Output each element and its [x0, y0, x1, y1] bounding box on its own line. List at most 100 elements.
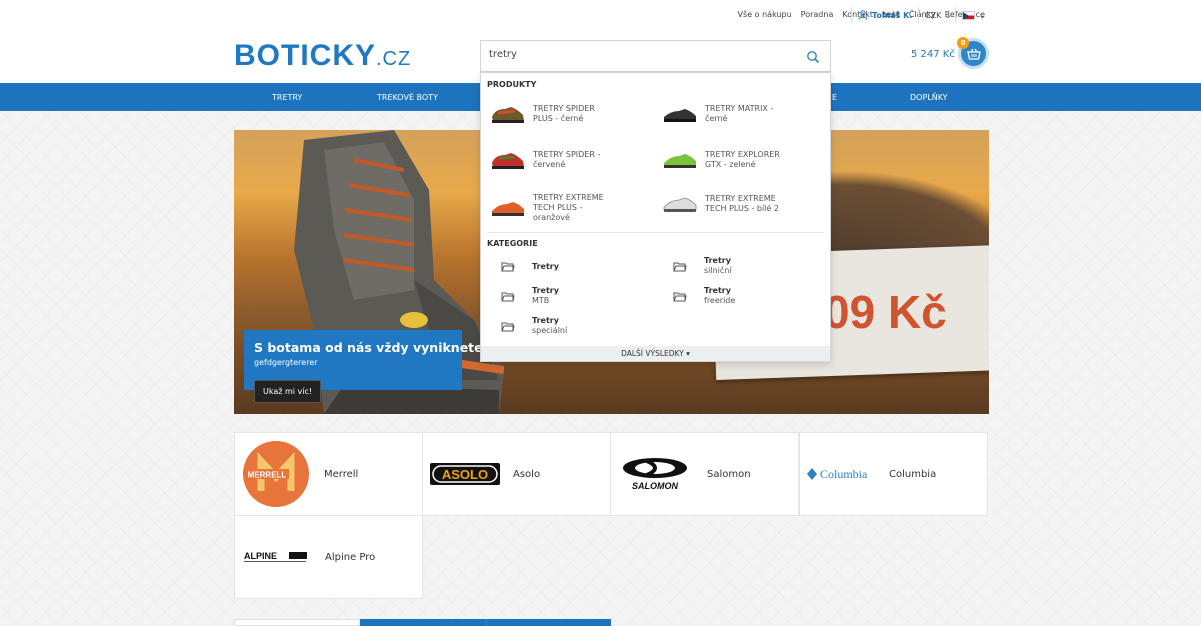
columbia-logo-text: Columbia: [820, 467, 868, 481]
brand-tile-alpine-pro[interactable]: ALPINE Alpine Pro: [234, 515, 423, 599]
basket-icon: [966, 48, 981, 60]
product-name-line: GTX - zelené: [705, 160, 756, 169]
alpine-pro-logo: ALPINE: [244, 551, 307, 562]
nav-item-tretry[interactable]: TRETRY: [272, 93, 302, 102]
brand-name: Merrell: [324, 468, 359, 480]
czech-flag-icon: [962, 10, 975, 20]
banner-price: 09 Kč: [824, 286, 947, 338]
folder-icon: [673, 262, 687, 271]
asolo-logo: ASOLO: [430, 463, 500, 485]
product-name-line: TECH PLUS - bílé 2: [705, 204, 779, 213]
show-more-button[interactable]: Ukaž mi víc!: [254, 380, 322, 403]
product-suggestion[interactable]: TRETRY MATRIX - černé: [661, 103, 831, 125]
category-name: Tretry: [532, 261, 559, 271]
category-name: Tretry: [704, 286, 731, 295]
brand-tile-merrell[interactable]: MERRELL Merrell: [234, 432, 423, 516]
logo-main: BOTICKY: [234, 39, 376, 72]
product-name-line: TRETRY EXTREME: [705, 194, 776, 203]
product-suggestion[interactable]: TRETRY EXTREME TECH PLUS - bílé 2: [661, 193, 831, 215]
salomon-logo: SALOMON: [623, 458, 687, 491]
brand-name: Asolo: [513, 468, 541, 480]
category-suggestion[interactable]: Tretry: [501, 261, 559, 272]
tab[interactable]: [486, 619, 611, 626]
currency-select[interactable]: CZK ⌄: [918, 7, 951, 23]
products-heading: PRODUKTY: [487, 80, 537, 89]
cart-total[interactable]: 5 247 Kč: [911, 49, 955, 60]
category-suggestion[interactable]: Tretry speciální: [501, 316, 567, 336]
folder-icon: [501, 292, 515, 301]
cart-count-badge: 0: [957, 37, 969, 49]
link-poradna[interactable]: Poradna: [801, 10, 834, 19]
chevron-down-icon: ⌄: [944, 10, 952, 20]
product-name-line: oranžové: [533, 213, 570, 222]
user-name: Tomáš K.: [872, 10, 913, 20]
product-name-line: černé: [705, 114, 728, 123]
currency-label: CZK: [925, 10, 942, 20]
asolo-logo-text: ASOLO: [442, 467, 488, 482]
brand-tile-columbia[interactable]: Columbia Columbia: [799, 432, 988, 516]
search-icon[interactable]: [806, 50, 820, 64]
banner-title: S botama od nás vždy vyniknete!: [254, 340, 489, 355]
shoe-thumbnail-icon: [663, 197, 697, 212]
banner-subtitle: gefdgergtererer: [254, 358, 318, 367]
category-sub: MTB: [532, 296, 550, 305]
divider: [487, 232, 824, 233]
product-name-line: TECH PLUS -: [533, 203, 583, 212]
product-name-line: červené: [533, 160, 566, 169]
product-name-line: TRETRY EXPLORER: [705, 150, 780, 159]
brand-tile-asolo[interactable]: ASOLO Asolo: [422, 432, 611, 516]
categories-heading: KATEGORIE: [487, 239, 538, 248]
shoe-thumbnail-icon: [492, 202, 524, 216]
user-icon: [858, 10, 868, 20]
nav-item-doplnky[interactable]: DOPLŇKY: [910, 93, 948, 102]
category-sub: freeride: [704, 296, 736, 305]
bottom-tabs: [234, 619, 611, 626]
category-name: Tretry: [532, 286, 559, 295]
merrell-logo-text: MERRELL: [248, 471, 287, 480]
shoe-thumbnail-icon: [492, 107, 524, 123]
chevron-down-icon: ⌄: [979, 10, 986, 20]
product-suggestion[interactable]: TRETRY EXTREME TECH PLUS - oranžové: [489, 193, 659, 223]
brand-tile-salomon[interactable]: SALOMON Salomon: [610, 432, 799, 516]
product-suggestion[interactable]: TRETRY SPIDER - červené: [489, 149, 659, 171]
shoe-thumbnail-icon: [664, 109, 696, 122]
columbia-logo: Columbia: [807, 467, 868, 481]
search-suggestions-dropdown: PRODUKTY TRETRY SPIDER PLUS - černé TRETR…: [480, 72, 831, 362]
category-sub: silniční: [704, 266, 732, 275]
product-name-line: TRETRY EXTREME: [533, 193, 604, 202]
search-box[interactable]: [480, 40, 831, 72]
product-suggestion[interactable]: TRETRY SPIDER PLUS - černé: [489, 103, 659, 125]
category-sub: speciální: [532, 326, 568, 335]
language-select[interactable]: ⌄: [955, 7, 986, 23]
shoe-thumbnail-icon: [664, 154, 696, 168]
merrell-logo: MERRELL: [243, 441, 309, 507]
product-name-line: TRETRY SPIDER -: [533, 150, 601, 159]
tab-active[interactable]: [234, 619, 360, 626]
product-name-line: TRETRY MATRIX -: [705, 104, 774, 113]
category-suggestion[interactable]: Tretry freeride: [673, 286, 735, 306]
category-suggestion[interactable]: Tretry MTB: [501, 286, 559, 306]
nav-item-trekove-boty[interactable]: TREKOVÉ BOTY: [377, 93, 438, 102]
product-name-line: TRETRY SPIDER: [533, 104, 595, 113]
salomon-logo-text: SALOMON: [632, 481, 678, 491]
link-vse-o-nakupu[interactable]: Vše o nákupu: [738, 10, 792, 19]
category-name: Tretry: [532, 316, 559, 325]
top-utility-bar: Vše o nákupu Poradna Kontakt test Články…: [0, 0, 1201, 32]
search-input[interactable]: [489, 49, 789, 60]
alpine-logo-text: ALPINE: [244, 551, 277, 561]
site-logo[interactable]: BOTICKY.CZ: [234, 39, 411, 73]
category-name: Tretry: [704, 256, 731, 265]
brand-name: Columbia: [889, 468, 937, 480]
folder-icon: [501, 322, 515, 331]
brand-name: Salomon: [707, 468, 751, 480]
brand-name: Alpine Pro: [325, 551, 376, 563]
tab[interactable]: [360, 619, 486, 626]
more-results-button[interactable]: DALŠÍ VÝSLEDKY ▾: [481, 346, 830, 361]
category-suggestion[interactable]: Tretry silniční: [673, 256, 732, 276]
nav-item-partial[interactable]: E: [832, 93, 837, 102]
user-account-link[interactable]: Tomáš K.: [851, 7, 912, 23]
shoe-thumbnail-icon: [492, 153, 524, 169]
product-name-line: PLUS - černé: [533, 114, 584, 123]
folder-icon: [673, 292, 687, 301]
product-suggestion[interactable]: TRETRY EXPLORER GTX - zelené: [661, 149, 831, 171]
